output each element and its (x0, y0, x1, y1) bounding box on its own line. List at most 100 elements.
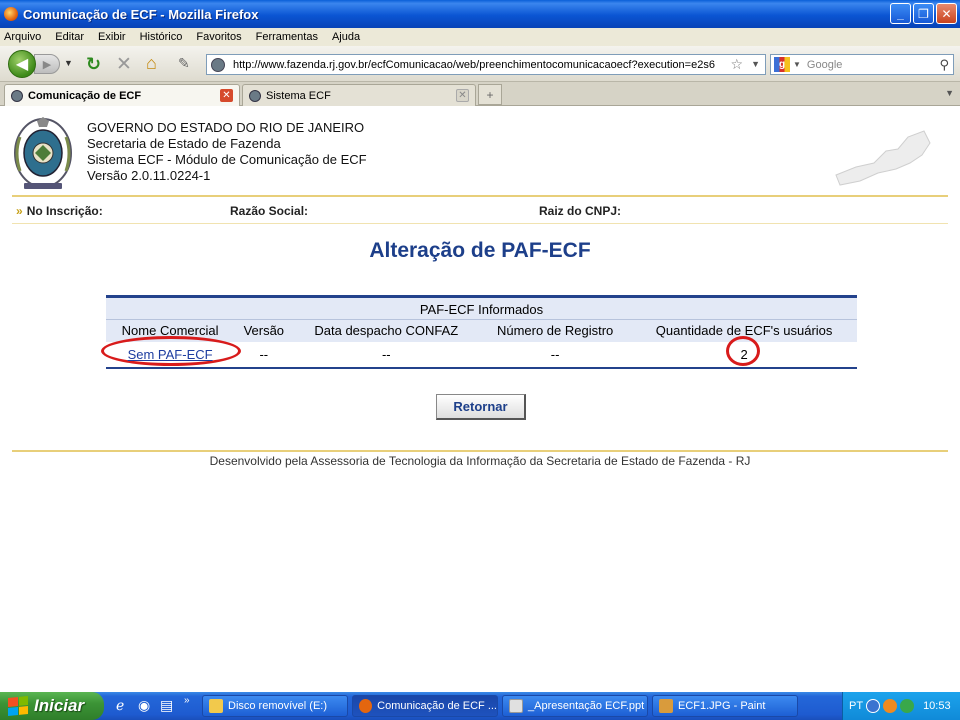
double-chevron-icon: » (16, 204, 23, 218)
media-quicklaunch-icon[interactable]: ◉ (138, 697, 150, 714)
header-text-block: GOVERNO DO ESTADO DO RIO DE JANEIRO Secr… (87, 120, 367, 184)
window-titlebar[interactable]: Comunicação de ECF - Mozilla Firefox _ ❐… (0, 0, 960, 28)
page-title: Alteração de PAF-ECF (369, 239, 591, 262)
clock: 10:53 (923, 700, 951, 712)
footer-credit: Desenvolvido pela Assessoria de Tecnolog… (209, 454, 751, 468)
folder-quicklaunch-icon[interactable]: ▤ (160, 697, 173, 714)
tab-label: Comunicação de ECF (28, 89, 142, 102)
url-bar[interactable]: http://www.fazenda.rj.gov.br/ecfComunica… (206, 54, 766, 75)
header-divider (12, 195, 948, 197)
tab-comunicacao-ecf[interactable]: Comunicação de ECF ✕ (4, 84, 240, 106)
quicklaunch-more-icon[interactable]: » (184, 695, 190, 706)
sem-paf-ecf-link[interactable]: Sem PAF-ECF (128, 347, 213, 362)
quantidade-annotation-wrap: 2 (726, 335, 761, 366)
nome-annotation-wrap: Sem PAF-ECF (100, 335, 241, 366)
state-map-image (835, 130, 931, 186)
state-coat-of-arms-icon (14, 117, 72, 189)
paint-icon (659, 699, 673, 713)
url-dropdown-icon[interactable]: ▼ (751, 59, 760, 69)
network-icon[interactable] (900, 699, 915, 713)
menu-ferramentas[interactable]: Ferramentas (256, 31, 318, 43)
home-icon[interactable]: ⌂ (146, 53, 157, 74)
magnifier-icon[interactable]: ⚲ (939, 57, 949, 73)
language-indicator[interactable]: PT (849, 700, 863, 712)
bookmark-star-icon[interactable]: ☆ (730, 56, 743, 73)
menu-favoritos[interactable]: Favoritos (196, 31, 241, 43)
folder-icon (209, 699, 223, 713)
tab-close-icon[interactable]: ✕ (220, 89, 233, 102)
footer-divider (12, 450, 948, 452)
header-secretaria: Secretaria de Estado de Fazenda (87, 136, 281, 151)
window-controls: _ ❐ ✕ (890, 3, 957, 24)
window-title: Comunicação de ECF - Mozilla Firefox (23, 6, 259, 22)
task-apresentacao-ppt[interactable]: _Apresentação ECF.ppt (502, 695, 648, 717)
search-placeholder[interactable]: Google (807, 59, 842, 71)
google-icon[interactable]: g (774, 57, 790, 72)
search-engine-dropdown-icon[interactable]: ▼ (793, 60, 801, 69)
back-button[interactable]: ◀ (8, 50, 36, 78)
info-bar: » No Inscrição: Razão Social: Raiz do CNP… (16, 204, 946, 220)
menu-exibir[interactable]: Exibir (98, 31, 126, 43)
cell-quantidade: 2 (631, 335, 857, 369)
page-content: GOVERNO DO ESTADO DO RIO DE JANEIRO Secr… (0, 107, 960, 692)
info-raiz-cnpj: Raiz do CNPJ: (539, 204, 622, 218)
tab-label: Sistema ECF (266, 89, 331, 102)
addon-icon[interactable]: ✎ (178, 55, 190, 72)
forward-button[interactable]: ▶ (34, 54, 60, 74)
site-favicon-icon (211, 57, 225, 72)
retornar-button[interactable]: Retornar (436, 394, 526, 420)
task-disco-removivel[interactable]: Disco removível (E:) (202, 695, 348, 717)
col-versao: Versão (234, 319, 294, 342)
tray-app-icon[interactable] (883, 699, 898, 713)
tab-favicon-icon (11, 89, 23, 102)
firefox-icon (4, 7, 18, 21)
table-caption-row: PAF-ECF Informados (106, 295, 857, 320)
navigation-toolbar: ▶ ◀ ▼ ↻ ✕ ⌂ ✎ http://www.fazenda.rj.gov.… (0, 46, 960, 82)
tab-favicon-icon (249, 89, 261, 102)
header-versao: Versão 2.0.11.0224-1 (87, 168, 211, 183)
task-paint[interactable]: ECF1.JPG - Paint (652, 695, 798, 717)
start-label: Iniciar (34, 696, 85, 715)
history-dropdown-icon[interactable]: ▼ (64, 58, 73, 68)
cell-data: -- (293, 341, 480, 369)
table-caption: PAF-ECF Informados (106, 295, 857, 320)
cell-registro: -- (479, 341, 632, 369)
close-button[interactable]: ✕ (936, 3, 957, 24)
tab-close-icon[interactable]: ✕ (456, 89, 469, 102)
tab-list-icon[interactable]: ▼ (945, 88, 954, 98)
col-numero-registro: Número de Registro (479, 319, 632, 342)
header-sistema: Sistema ECF - Módulo de Comunicação de E… (87, 152, 367, 167)
tab-bar: Comunicação de ECF ✕ Sistema ECF ✕ + ▼ (0, 82, 960, 106)
header-government: GOVERNO DO ESTADO DO RIO DE JANEIRO (87, 120, 365, 135)
paf-ecf-table: PAF-ECF Informados Nome Comercial Versão… (100, 295, 857, 369)
menu-ajuda[interactable]: Ajuda (332, 31, 360, 43)
menu-editar[interactable]: Editar (55, 31, 84, 43)
cell-nome: Sem PAF-ECF (100, 335, 241, 369)
table-row: Sem PAF-ECF -- -- -- 2 (100, 335, 857, 369)
search-bar[interactable]: g ▼ Google ⚲ (770, 54, 954, 75)
tab-sistema-ecf[interactable]: Sistema ECF ✕ (242, 84, 476, 106)
new-tab-button[interactable]: + (478, 84, 502, 105)
ie-quicklaunch-icon[interactable]: ℯ (116, 697, 124, 714)
info-inscricao: » No Inscrição: (16, 204, 103, 218)
windows-logo-icon (8, 695, 28, 717)
reload-icon[interactable]: ↻ (86, 54, 101, 75)
tray-arrow-icon[interactable] (866, 699, 881, 713)
powerpoint-icon (509, 699, 523, 713)
url-text[interactable]: http://www.fazenda.rj.gov.br/ecfComunica… (233, 59, 715, 71)
windows-taskbar: Iniciar ℯ ◉ ▤ » Disco removível (E:) Com… (0, 692, 960, 720)
firefox-icon (359, 699, 373, 713)
menu-bar: Arquivo Editar Exibir Histórico Favorito… (0, 28, 960, 46)
menu-arquivo[interactable]: Arquivo (4, 31, 41, 43)
start-button[interactable]: Iniciar (0, 692, 104, 720)
info-razao-social: Razão Social: (230, 204, 309, 218)
task-comunicacao-ecf[interactable]: Comunicação de ECF ... (352, 695, 498, 717)
info-divider (12, 223, 948, 224)
minimize-button[interactable]: _ (890, 3, 911, 24)
maximize-button[interactable]: ❐ (913, 3, 934, 24)
stop-icon[interactable]: ✕ (116, 53, 132, 76)
col-data-despacho: Data despacho CONFAZ (293, 319, 480, 342)
menu-historico[interactable]: Histórico (140, 31, 183, 43)
red-annotation-circle (726, 335, 761, 366)
cell-versao: -- (234, 341, 294, 369)
